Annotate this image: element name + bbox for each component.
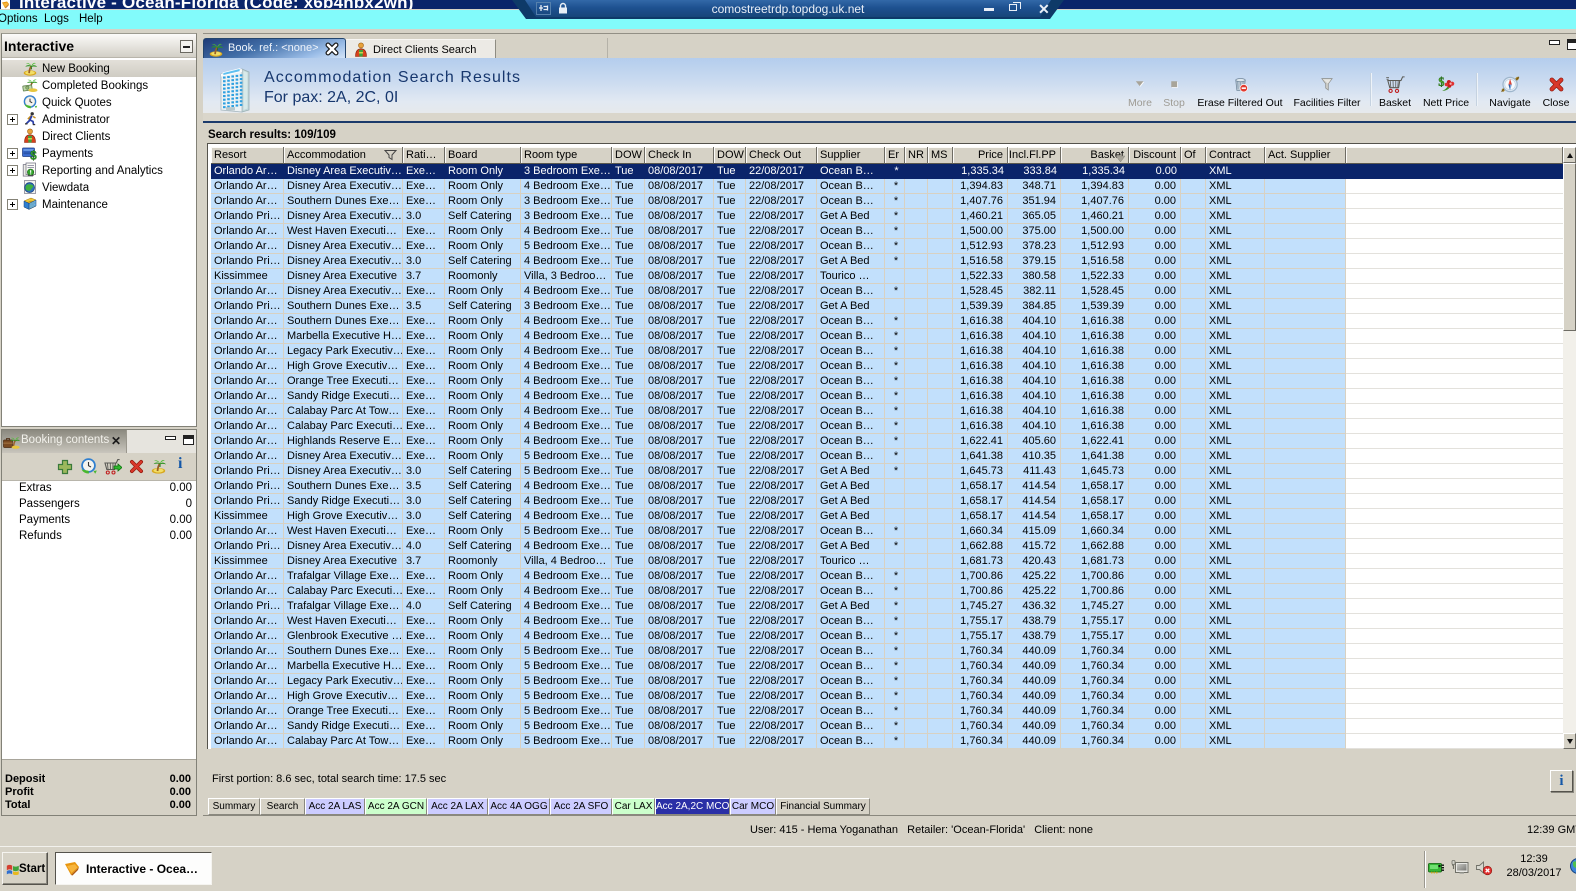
svg-text:$: $ bbox=[1438, 75, 1444, 89]
svg-text:$: $ bbox=[30, 150, 37, 161]
